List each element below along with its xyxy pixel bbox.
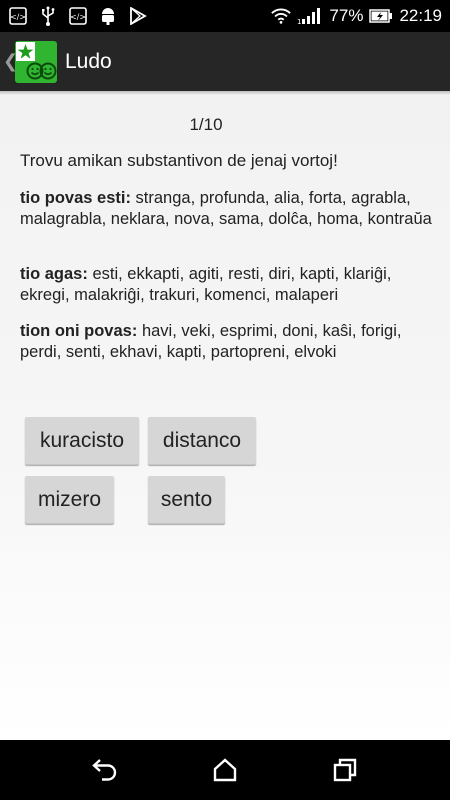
answer-button-distanco[interactable]: distanco — [148, 417, 256, 465]
code-icon: </> — [8, 6, 28, 26]
clue-paragraph: tio agas: esti, ekkapti, agiti, resti, d… — [20, 264, 432, 306]
battery-charging-icon — [369, 6, 393, 26]
clue-paragraph: tio povas esti: stranga, profunda, alia,… — [20, 188, 432, 230]
clock: 22:19 — [399, 6, 442, 25]
answer-button-kuracisto[interactable]: kuracisto — [25, 417, 139, 465]
action-bar: ❮ Ludo — [0, 32, 450, 91]
play-store-icon — [128, 6, 148, 26]
home-icon[interactable] — [211, 757, 239, 783]
usb-icon — [38, 6, 58, 26]
navigation-bar — [0, 740, 450, 800]
quiz-content: 1/10 Trovu amikan substantivon de jenaj … — [0, 95, 450, 740]
clue-label: tio agas: — [20, 265, 88, 283]
clue-label: tio povas esti: — [20, 189, 131, 207]
answer-button-sento[interactable]: sento — [148, 476, 225, 524]
signal-icon: 1 — [297, 6, 323, 26]
wifi-icon — [271, 6, 292, 26]
clue-paragraph: tion oni povas: havi, veki, esprimi, don… — [20, 321, 432, 363]
up-chevron-icon[interactable]: ❮ — [3, 51, 18, 72]
svg-text:</>: </> — [10, 13, 26, 22]
battery-percent: 77% — [329, 6, 364, 25]
svg-text:1: 1 — [297, 18, 301, 25]
android-debug-icon — [98, 6, 118, 26]
progress-counter: 1/10 — [189, 115, 223, 134]
recents-icon[interactable] — [331, 757, 359, 783]
clue-label: tion oni povas: — [20, 322, 138, 340]
status-bar: </> </> 1 77% 22:19 — [0, 0, 450, 32]
back-icon[interactable] — [91, 757, 119, 783]
system-status: 1 77% 22:19 — [271, 6, 442, 26]
instruction-text: Trovu amikan substantivon de jenaj vorto… — [20, 151, 338, 170]
notification-icons: </> </> — [8, 6, 148, 26]
esperanto-flag-smiley-app-icon[interactable] — [15, 40, 57, 83]
code-icon: </> — [68, 6, 88, 26]
app-title: Ludo — [65, 49, 112, 73]
svg-text:</>: </> — [70, 13, 86, 22]
answer-button-mizero[interactable]: mizero — [25, 476, 114, 524]
